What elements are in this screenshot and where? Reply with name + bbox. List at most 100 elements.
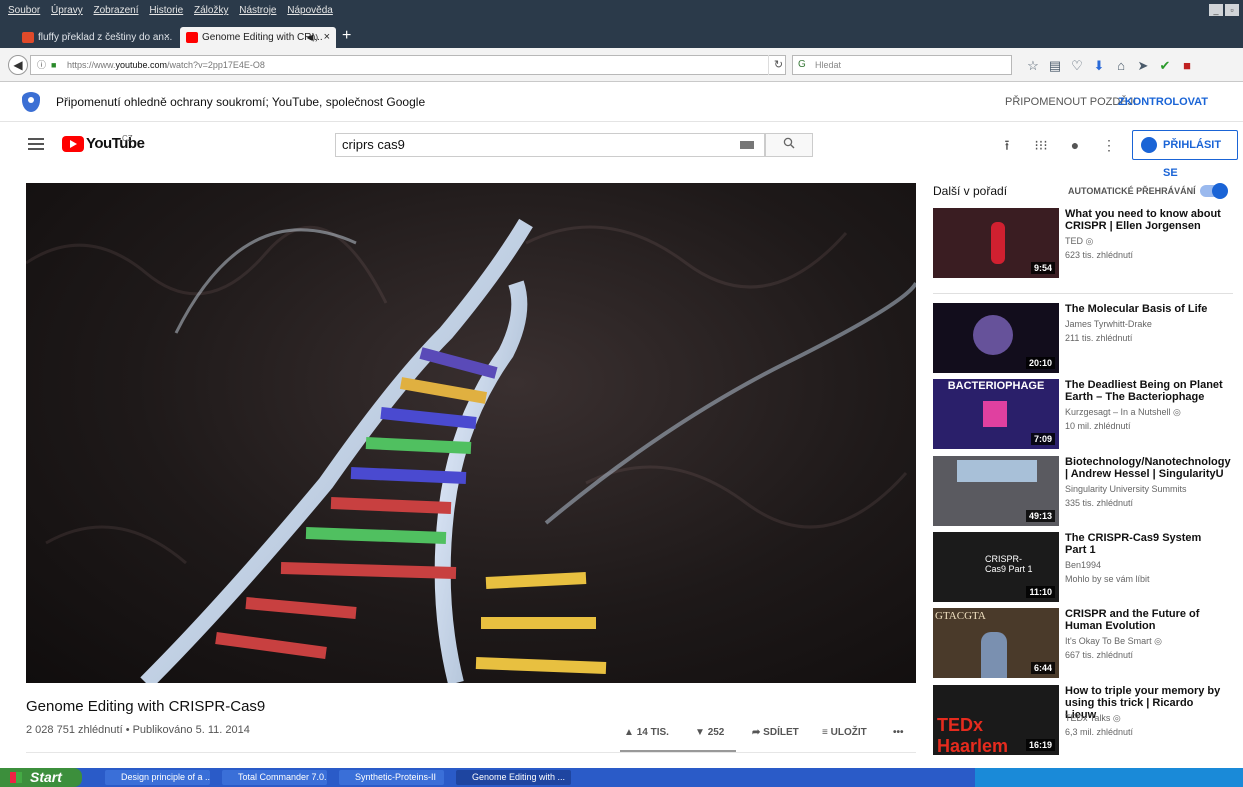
windows-logo-icon: [10, 772, 22, 783]
more-vert-icon[interactable]: ⋮: [1092, 137, 1126, 154]
video-item-channel[interactable]: It's Okay To Be Smart ◎: [1065, 636, 1162, 647]
video-item-title[interactable]: The Deadliest Being on Planet Earth – Th…: [1065, 379, 1225, 403]
video-item-channel[interactable]: Singularity University Summits: [1065, 484, 1187, 494]
video-duration: 7:09: [1030, 433, 1055, 445]
shield-icon: [22, 92, 40, 112]
video-item-title[interactable]: What you need to know about CRISPR | Ell…: [1065, 208, 1225, 232]
minimize-button[interactable]: _: [1209, 4, 1223, 16]
pocket-icon[interactable]: ♡: [1066, 57, 1088, 75]
recommended-video[interactable]: TEDx Haarlem 16:19 How to triple your me…: [933, 685, 1238, 757]
menu-bookmarks[interactable]: Záložky: [194, 0, 228, 22]
restore-button[interactable]: ▫: [1225, 4, 1239, 16]
video-duration: 9:54: [1030, 262, 1055, 274]
menu-view[interactable]: Zobrazení: [94, 0, 139, 22]
reload-icon[interactable]: ↻: [768, 55, 788, 75]
video-thumbnail[interactable]: BACTERIOPHAGE 7:09: [933, 379, 1059, 449]
tab-genome-editing[interactable]: Genome Editing with CRI... ◀)) ×: [180, 27, 336, 48]
upload-icon[interactable]: ⭱: [990, 135, 1024, 159]
menu-icon[interactable]: [28, 138, 44, 150]
youtube-logo-icon[interactable]: [62, 136, 84, 152]
browser-navbar: ◀ ⓘ ■ https://www.youtube.com/watch?v=2p…: [0, 48, 1243, 82]
addon-pdf-icon[interactable]: ■: [1176, 57, 1198, 75]
apps-grid-icon[interactable]: ⁝⁝⁝: [1024, 137, 1058, 154]
addon-shield-icon[interactable]: ✔: [1154, 57, 1176, 75]
video-item-views: 211 tis. zhlédnutí: [1065, 333, 1133, 343]
recommended-video[interactable]: BACTERIOPHAGE 7:09 The Deadliest Being o…: [933, 379, 1238, 451]
tab-favicon: [22, 32, 34, 43]
save-label: ULOŽIT: [830, 727, 867, 738]
keyboard-icon[interactable]: [740, 141, 754, 149]
menu-history[interactable]: Historie: [149, 0, 183, 22]
browser-menubar: Soubor Úpravy Zobrazení Historie Záložky…: [0, 0, 1243, 22]
search-input[interactable]: criprs cas9: [335, 133, 765, 157]
dislike-button[interactable]: ▼ 252: [695, 727, 724, 738]
review-button[interactable]: ZKONTROLOVAT: [1118, 96, 1208, 108]
video-item-title[interactable]: Biotechnology/Nanotechnology | Andrew He…: [1065, 456, 1231, 480]
more-actions-button[interactable]: •••: [893, 727, 904, 738]
video-item-channel[interactable]: TEDx Talks ◎: [1065, 713, 1121, 724]
video-item-channel[interactable]: Ben1994: [1065, 560, 1101, 570]
like-count: 14 TIS.: [636, 727, 669, 738]
thumbnail-person: [981, 632, 1007, 678]
autoplay-toggle[interactable]: [1200, 183, 1228, 199]
video-item-title[interactable]: The Molecular Basis of Life: [1065, 303, 1225, 315]
messages-icon[interactable]: ●: [1058, 137, 1092, 153]
video-item-views: 667 tis. zhlédnutí: [1065, 650, 1134, 660]
video-thumbnail[interactable]: 20:10: [933, 303, 1059, 373]
menu-tools[interactable]: Nástroje: [239, 0, 276, 22]
share-button[interactable]: ➦ SDÍLET: [752, 727, 799, 738]
like-button[interactable]: ▲ 14 TIS.: [624, 727, 669, 738]
tab-close-icon[interactable]: ×: [164, 27, 170, 48]
video-thumbnail[interactable]: 49:13: [933, 456, 1059, 526]
taskbar-item[interactable]: Total Commander 7.0...: [222, 770, 327, 785]
video-item-title[interactable]: CRISPR and the Future of Human Evolution: [1065, 608, 1225, 632]
youtube-logo-text[interactable]: YouTube: [86, 135, 145, 152]
home-icon[interactable]: ⌂: [1110, 57, 1132, 75]
up-next-heading: Další v pořadí: [933, 184, 1008, 198]
recommended-video[interactable]: 20:10 The Molecular Basis of Life James …: [933, 303, 1238, 375]
send-icon[interactable]: ➤: [1132, 57, 1154, 75]
info-icon[interactable]: ⓘ: [37, 56, 46, 74]
recommended-video[interactable]: GTACGTA 6:44 CRISPR and the Future of Hu…: [933, 608, 1238, 680]
recommended-video[interactable]: 49:13 Biotechnology/Nanotechnology | And…: [933, 456, 1238, 528]
bookmark-star-icon[interactable]: ☆: [1022, 57, 1044, 75]
privacy-text: Připomenutí ohledně ochrany soukromí; Yo…: [56, 95, 426, 109]
video-thumbnail[interactable]: CRISPR-Cas9 Part 1 11:10: [933, 532, 1059, 602]
video-thumbnail[interactable]: 9:54: [933, 208, 1059, 278]
share-icon: ➦: [752, 727, 761, 738]
search-button[interactable]: [765, 133, 813, 157]
reading-list-icon[interactable]: ▤: [1044, 57, 1066, 75]
video-thumbnail[interactable]: GTACGTA 6:44: [933, 608, 1059, 678]
browser-search-field[interactable]: G Hledat: [792, 55, 1012, 75]
sign-in-button[interactable]: PŘIHLÁSIT SE: [1132, 130, 1238, 179]
taskbar-item[interactable]: Synthetic-Proteins-II: [339, 770, 444, 785]
video-item-channel[interactable]: TED ◎: [1065, 236, 1093, 247]
video-item-channel[interactable]: James Tyrwhitt-Drake: [1065, 319, 1152, 329]
new-tab-button[interactable]: +: [342, 27, 351, 45]
video-item-title[interactable]: The CRISPR-Cas9 System Part 1: [1065, 532, 1225, 556]
menu-help[interactable]: Nápověda: [287, 0, 333, 22]
taskbar-item[interactable]: Design principle of a ...: [105, 770, 210, 785]
account-icon: [1141, 137, 1157, 153]
tab-translation[interactable]: fluffy překlad z češtiny do an... ×: [16, 27, 176, 48]
video-thumbnail[interactable]: TEDx Haarlem 16:19: [933, 685, 1059, 755]
taskbar-item[interactable]: Genome Editing with ...: [456, 770, 571, 785]
remind-later-button[interactable]: PŘIPOMENOUT POZDĚJI: [1005, 96, 1136, 108]
menu-edit[interactable]: Úpravy: [51, 0, 83, 22]
save-button[interactable]: ≡ ULOŽIT: [822, 727, 867, 738]
menu-file[interactable]: Soubor: [8, 0, 40, 22]
thumbnail-screen: [957, 460, 1037, 482]
tab-close-icon[interactable]: ×: [324, 27, 330, 48]
url-bar[interactable]: ⓘ ■ https://www.youtube.com/watch?v=2pp1…: [30, 55, 786, 75]
video-player[interactable]: [26, 183, 916, 683]
recommended-video[interactable]: 9:54 What you need to know about CRISPR …: [933, 208, 1238, 280]
back-button[interactable]: ◀: [8, 55, 28, 75]
region-code: CZ: [122, 134, 133, 143]
video-item-channel[interactable]: Kurzgesagt – In a Nutshell ◎: [1065, 407, 1181, 418]
start-button[interactable]: Start: [0, 768, 82, 787]
audio-icon[interactable]: ◀)): [307, 27, 318, 48]
search-engine-icon: G: [798, 59, 806, 70]
download-icon[interactable]: ⬇: [1088, 57, 1110, 75]
tab-title: Genome Editing with CRI...: [202, 32, 323, 43]
recommended-video[interactable]: CRISPR-Cas9 Part 1 11:10 The CRISPR-Cas9…: [933, 532, 1238, 604]
